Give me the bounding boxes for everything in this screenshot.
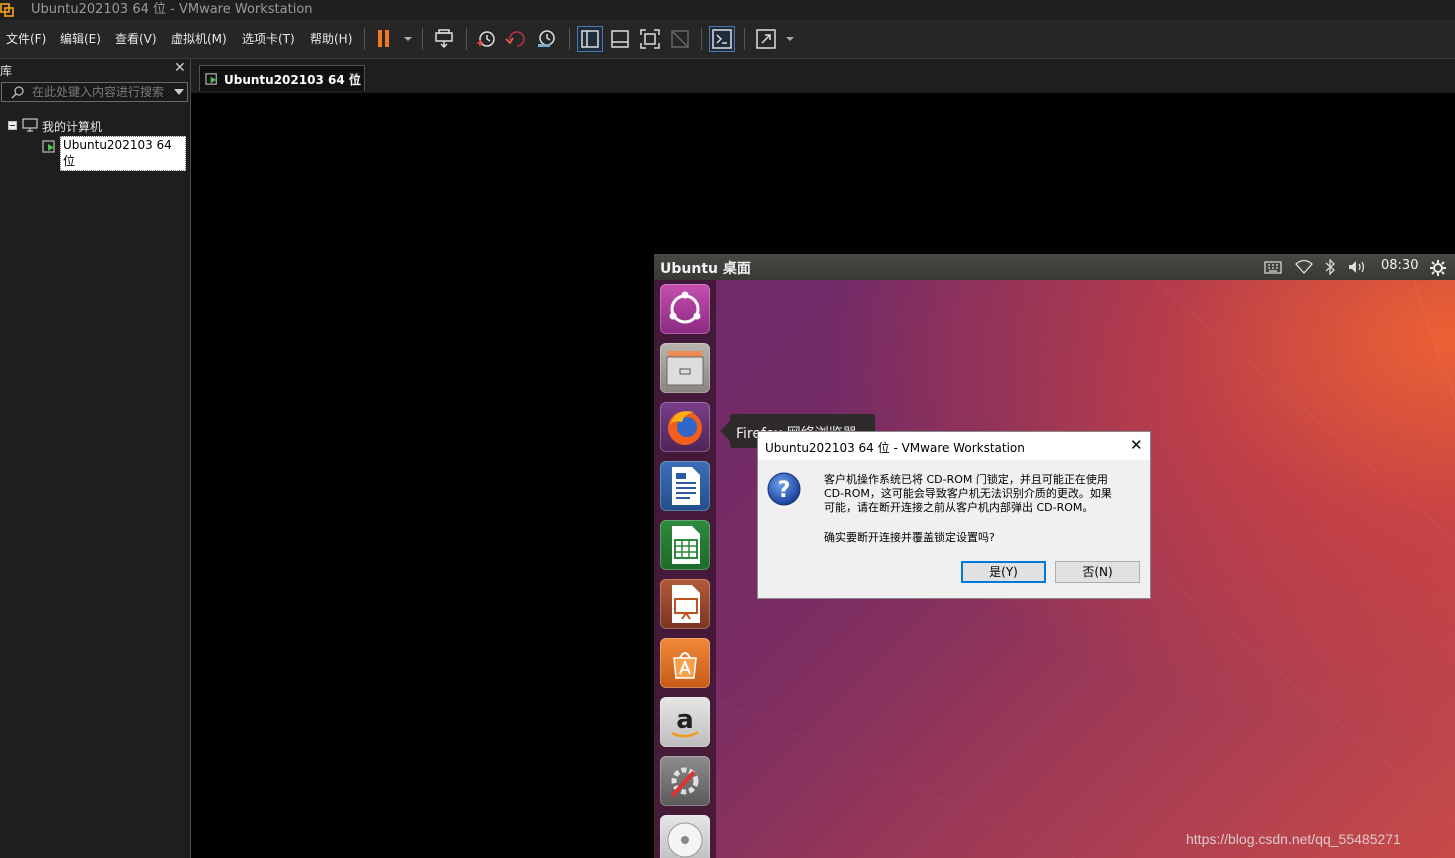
console-view-icon[interactable] bbox=[709, 26, 735, 52]
svg-text:a: a bbox=[676, 705, 694, 735]
amazon-icon[interactable]: a bbox=[660, 697, 710, 747]
unity-icon[interactable] bbox=[668, 27, 692, 51]
computer-icon bbox=[22, 118, 38, 135]
window-title-bar: Ubuntu202103 64 位 - VMware Workstation bbox=[0, 0, 1455, 20]
dialog-title: Ubuntu202103 64 位 - VMware Workstation bbox=[765, 441, 1025, 455]
vmware-logo-icon bbox=[0, 3, 14, 17]
tab-ubuntu-vm[interactable]: Ubuntu202103 64 位 ✕ bbox=[199, 65, 365, 91]
firefox-icon[interactable] bbox=[660, 402, 710, 452]
window-title: Ubuntu202103 64 位 - VMware Workstation bbox=[31, 2, 313, 17]
toolbar-separator bbox=[569, 28, 570, 50]
dialog-title-bar: Ubuntu202103 64 位 - VMware Workstation ✕ bbox=[758, 432, 1150, 460]
tooltip-arrow bbox=[720, 421, 730, 441]
stretch-icon[interactable] bbox=[754, 27, 778, 51]
toolbar-separator bbox=[701, 28, 702, 50]
tree-item-label-selected: Ubuntu202103 64 位 bbox=[60, 136, 186, 171]
tab-label: Ubuntu202103 64 位 bbox=[224, 73, 361, 87]
library-panel: 库 ✕ 我的计算机 Ubuntu202103 64 位 bbox=[0, 59, 191, 858]
dialog-question: 确实要断开连接并覆盖锁定设置吗? bbox=[824, 531, 995, 544]
vm-running-icon bbox=[205, 71, 220, 89]
no-button[interactable]: 否(N) bbox=[1055, 561, 1140, 583]
dialog-message-line: CD-ROM，这可能会导致客户机无法识别介质的更改。如果 bbox=[824, 487, 1112, 500]
tree-item-my-computer[interactable]: 我的计算机 bbox=[6, 118, 186, 134]
toolbar-separator bbox=[422, 28, 423, 50]
clock[interactable]: 08:30 bbox=[1381, 258, 1418, 273]
menu-toolbar: 文件(F) 编辑(E) 查看(V) 虚拟机(M) 选项卡(T) 帮助(H) bbox=[0, 20, 1455, 59]
writer-icon[interactable] bbox=[660, 461, 710, 511]
calc-icon[interactable] bbox=[660, 520, 710, 570]
tree-item-vm[interactable]: Ubuntu202103 64 位 bbox=[40, 136, 186, 171]
search-icon bbox=[11, 85, 25, 99]
ubuntu-dash-icon[interactable] bbox=[660, 284, 710, 334]
dialog-message: 客户机操作系统已将 CD-ROM 门锁定，并且可能正在使用 CD-ROM，这可能… bbox=[824, 473, 1144, 515]
wifi-icon[interactable] bbox=[1295, 259, 1313, 275]
ubuntu-launcher: a bbox=[654, 280, 716, 858]
ubuntu-top-panel: Ubuntu 桌面 08:30 bbox=[654, 254, 1455, 280]
menu-file[interactable]: 文件(F) bbox=[6, 30, 46, 47]
search-dropdown-chevron-icon[interactable] bbox=[174, 89, 184, 95]
gear-icon[interactable] bbox=[1429, 259, 1447, 276]
menu-vm[interactable]: 虚拟机(M) bbox=[171, 30, 227, 47]
snapshot-manager-icon[interactable] bbox=[534, 27, 558, 51]
snapshot-revert-icon[interactable] bbox=[504, 27, 528, 51]
desktop-title: Ubuntu 桌面 bbox=[660, 261, 751, 277]
dialog-close-icon[interactable]: ✕ bbox=[1130, 436, 1143, 454]
pause-icon[interactable] bbox=[372, 27, 396, 51]
library-close-icon[interactable]: ✕ bbox=[174, 60, 186, 76]
dvd-icon[interactable] bbox=[660, 815, 710, 858]
volume-icon[interactable] bbox=[1347, 259, 1369, 275]
send-ctrl-alt-del-icon[interactable] bbox=[432, 27, 456, 51]
cdrom-lock-dialog: Ubuntu202103 64 位 - VMware Workstation ✕… bbox=[757, 431, 1151, 599]
dialog-message-line: 可能，请在断开连接之前从客户机内部弹出 CD-ROM。 bbox=[824, 501, 1094, 514]
snapshot-take-icon[interactable] bbox=[474, 27, 498, 51]
toolbar-separator bbox=[364, 28, 365, 50]
tab-close-icon[interactable]: ✕ bbox=[348, 70, 360, 86]
tree-collapse-icon[interactable] bbox=[8, 121, 17, 130]
toolbar-separator bbox=[466, 28, 467, 50]
show-library-icon[interactable] bbox=[577, 26, 603, 52]
question-icon: ? bbox=[767, 472, 801, 506]
dialog-message-line: 客户机操作系统已将 CD-ROM 门锁定，并且可能正在使用 bbox=[824, 473, 1108, 486]
bluetooth-icon[interactable] bbox=[1324, 258, 1336, 276]
impress-icon[interactable] bbox=[660, 579, 710, 629]
library-search-box[interactable] bbox=[1, 82, 188, 102]
system-settings-icon[interactable] bbox=[660, 756, 710, 806]
full-screen-icon[interactable] bbox=[638, 27, 662, 51]
show-thumbnail-icon[interactable] bbox=[608, 27, 632, 51]
library-title: 库 bbox=[0, 64, 13, 78]
library-search-input[interactable] bbox=[32, 84, 170, 100]
menu-tabs[interactable]: 选项卡(T) bbox=[242, 30, 295, 47]
menu-view[interactable]: 查看(V) bbox=[115, 30, 157, 47]
keyboard-icon[interactable] bbox=[1264, 259, 1282, 275]
tab-strip: Ubuntu202103 64 位 ✕ bbox=[191, 59, 1455, 93]
toolbar-separator bbox=[744, 28, 745, 50]
menu-help[interactable]: 帮助(H) bbox=[310, 30, 352, 47]
software-center-icon[interactable] bbox=[660, 638, 710, 688]
pause-dropdown-chevron-icon[interactable] bbox=[396, 27, 412, 51]
files-icon[interactable] bbox=[660, 343, 710, 393]
stretch-dropdown-chevron-icon[interactable] bbox=[778, 27, 794, 51]
tree-item-label: 我的计算机 bbox=[42, 120, 103, 134]
vm-running-icon bbox=[42, 138, 58, 157]
yes-button[interactable]: 是(Y) bbox=[961, 561, 1046, 583]
menu-edit[interactable]: 编辑(E) bbox=[60, 30, 101, 47]
watermark-text: https://blog.csdn.net/qq_55485271 bbox=[1186, 831, 1401, 847]
svg-text:?: ? bbox=[778, 478, 791, 503]
